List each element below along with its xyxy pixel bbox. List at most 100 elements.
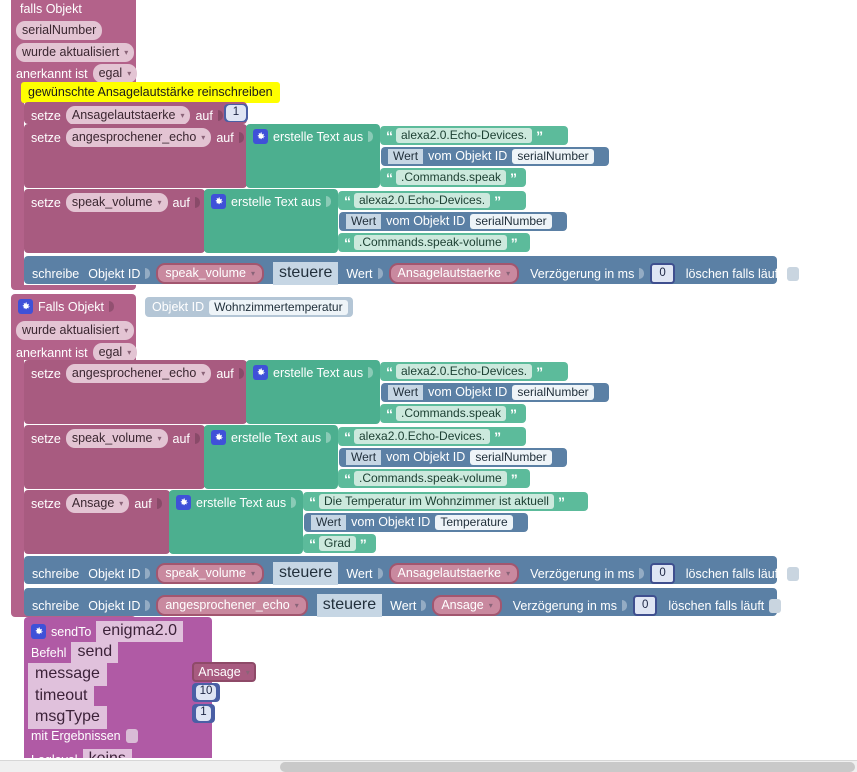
sendto-command-row[interactable]: Befehl send <box>31 642 119 663</box>
sendto-message-label[interactable]: message <box>28 663 107 686</box>
get-value-block-1a[interactable]: Wert vom Objekt ID serialNumber <box>381 147 609 166</box>
get-value-block-3a[interactable]: Wert vom Objekt ID serialNumber <box>381 383 609 402</box>
text-literal-block-2a[interactable]: “ alexa2.0.Echo-Devices. ” <box>338 191 526 210</box>
sendto-message-row[interactable]: message <box>28 663 107 686</box>
text-literal-block-4b[interactable]: “ .Commands.speak-volume ” <box>338 469 530 488</box>
gear-icon[interactable] <box>253 129 268 144</box>
write-1-clear-checkbox[interactable] <box>786 266 799 281</box>
get-value-2a-object[interactable]: serialNumber <box>470 214 552 229</box>
set-speakvol-2-variable[interactable]: speak_volume <box>65 429 168 448</box>
text-literal-5b-value[interactable]: Grad <box>319 536 356 551</box>
trigger-1-ack-dropdown[interactable]: egal <box>92 64 138 83</box>
get-value-5a-object[interactable]: Temperature <box>435 515 513 530</box>
text-join-3-header[interactable]: erstelle Text aus <box>253 365 374 380</box>
text-literal-3b-value[interactable]: .Commands.speak <box>396 406 507 421</box>
text-literal-4b-value[interactable]: .Commands.speak-volume <box>354 471 507 486</box>
get-value-block-4a[interactable]: Wert vom Objekt ID serialNumber <box>339 448 567 467</box>
write-1-value-variable[interactable]: Ansagelautstaerke <box>388 263 520 284</box>
set-echo-2-variable[interactable]: angesprochener_echo <box>65 364 212 383</box>
set-speakvol-1-row[interactable]: setze speak_volume auf <box>31 193 201 212</box>
text-literal-block-4a[interactable]: “ alexa2.0.Echo-Devices. ” <box>338 427 526 446</box>
get-value-3a-attr[interactable]: Wert <box>388 385 424 400</box>
write-2-value-variable[interactable]: Ansagelautstaerke <box>388 563 520 584</box>
text-join-4-header[interactable]: erstelle Text aus <box>211 430 332 445</box>
gear-icon[interactable] <box>176 495 191 510</box>
write-2-row[interactable]: schreibe Objekt ID speak_volume steuere … <box>32 562 799 585</box>
get-value-block-2a[interactable]: Wert vom Objekt ID serialNumber <box>339 212 567 231</box>
text-literal-1b-value[interactable]: .Commands.speak <box>396 170 507 185</box>
trigger-2-condition-dropdown[interactable]: wurde aktualisiert <box>16 321 135 340</box>
trigger-1-condition-row[interactable]: wurde aktualisiert <box>16 43 135 62</box>
write-3-delay-value[interactable]: 0 <box>632 595 658 616</box>
sendto-message-value[interactable]: Ansage <box>196 666 251 679</box>
trigger-2-condition-row[interactable]: wurde aktualisiert <box>16 321 135 340</box>
sendto-msgtype-value[interactable]: 1 <box>196 706 211 721</box>
sendto-msgtype-value-block[interactable]: 1 <box>192 704 215 723</box>
write-3-value-variable[interactable]: Ansage <box>432 595 502 616</box>
object-id-block[interactable]: Objekt ID Wohnzimmertemperatur <box>145 297 353 317</box>
sendto-message-value-block[interactable]: Ansage <box>192 662 256 682</box>
set-speakvol-2-row[interactable]: setze speak_volume auf <box>31 429 201 448</box>
sendto-results-row[interactable]: mit Ergebnissen <box>31 729 138 743</box>
write-2-mode-dropdown[interactable]: steuere <box>272 562 339 585</box>
sendto-msgtype-label[interactable]: msgType <box>28 706 107 729</box>
set-echo-2-row[interactable]: setze angesprochener_echo auf <box>31 364 245 383</box>
number-block-1-value[interactable]: 1 <box>225 104 247 122</box>
sendto-timeout-label[interactable]: timeout <box>28 685 95 708</box>
set-volume-variable[interactable]: Ansagelautstaerke <box>65 106 191 125</box>
gear-icon[interactable] <box>253 365 268 380</box>
trigger-1-ack-row[interactable]: anerkannt ist egal <box>16 64 138 83</box>
write-1-row[interactable]: schreibe Objekt ID speak_volume steuere … <box>32 262 799 285</box>
sendto-instance-dropdown[interactable]: enigma2.0 <box>96 621 184 642</box>
sendto-msgtype-row[interactable]: msgType <box>28 706 107 729</box>
write-3-objid-value[interactable]: angesprochener_echo <box>156 595 308 616</box>
get-value-4a-object[interactable]: serialNumber <box>470 450 552 465</box>
text-literal-block-2b[interactable]: “ .Commands.speak-volume ” <box>338 233 530 252</box>
text-join-1-header[interactable]: erstelle Text aus <box>253 129 374 144</box>
trigger-1-condition-dropdown[interactable]: wurde aktualisiert <box>16 43 135 62</box>
trigger-1-object-row[interactable]: serialNumber <box>16 21 103 40</box>
set-volume-row[interactable]: setze Ansagelautstaerke auf <box>31 106 224 125</box>
get-value-2a-attr[interactable]: Wert <box>346 214 382 229</box>
gear-icon[interactable] <box>211 430 226 445</box>
text-literal-block-5b[interactable]: “ Grad ” <box>303 534 376 553</box>
write-3-mode-dropdown[interactable]: steuere <box>316 594 383 617</box>
set-ansage-variable[interactable]: Ansage <box>65 494 130 513</box>
trigger-1-object-field[interactable]: serialNumber <box>16 21 103 40</box>
sendto-timeout-value-block[interactable]: 10 <box>192 683 220 702</box>
write-3-row[interactable]: schreibe Objekt ID angesprochener_echo s… <box>32 594 782 617</box>
gear-icon[interactable] <box>31 624 46 639</box>
get-value-1a-object[interactable]: serialNumber <box>512 149 594 164</box>
trigger-2-title-row[interactable]: Falls Objekt <box>18 299 115 314</box>
gear-icon[interactable] <box>18 299 33 314</box>
write-2-delay-value[interactable]: 0 <box>650 563 675 584</box>
horizontal-scrollbar[interactable] <box>0 760 857 772</box>
get-value-1a-attr[interactable]: Wert <box>388 149 424 164</box>
write-3-clear-checkbox[interactable] <box>769 598 782 613</box>
comment-annotation-1[interactable]: gewünschte Ansagelautstärke reinschreibe… <box>21 82 280 103</box>
set-echo-1-variable[interactable]: angesprochener_echo <box>65 128 212 147</box>
sendto-timeout-value[interactable]: 10 <box>195 685 217 700</box>
text-literal-block-3a[interactable]: “ alexa2.0.Echo-Devices. ” <box>380 362 568 381</box>
write-1-objid-value[interactable]: speak_volume <box>156 263 264 284</box>
text-literal-block-3b[interactable]: “ .Commands.speak ” <box>380 404 526 423</box>
sendto-results-checkbox[interactable] <box>125 729 138 743</box>
sendto-title-row[interactable]: sendTo enigma2.0 <box>31 621 184 642</box>
text-join-2-header[interactable]: erstelle Text aus <box>211 194 332 209</box>
text-literal-4a-value[interactable]: alexa2.0.Echo-Devices. <box>354 429 491 444</box>
blockly-workspace[interactable]: falls Objekt serialNumber wurde aktualis… <box>0 0 857 772</box>
text-literal-5a-value[interactable]: Die Temperatur im Wohnzimmer ist aktuell <box>319 494 554 509</box>
horizontal-scrollbar-thumb[interactable] <box>280 762 855 772</box>
gear-icon[interactable] <box>211 194 226 209</box>
text-literal-block-1a[interactable]: “ alexa2.0.Echo-Devices. ” <box>380 126 568 145</box>
get-value-3a-object[interactable]: serialNumber <box>512 385 594 400</box>
text-literal-3a-value[interactable]: alexa2.0.Echo-Devices. <box>396 364 533 379</box>
object-id-value[interactable]: Wohnzimmertemperatur <box>209 299 348 315</box>
text-literal-block-5a[interactable]: “ Die Temperatur im Wohnzimmer ist aktue… <box>303 492 588 511</box>
get-value-4a-attr[interactable]: Wert <box>346 450 382 465</box>
text-literal-2a-value[interactable]: alexa2.0.Echo-Devices. <box>354 193 491 208</box>
number-block-1[interactable]: 1 <box>224 104 248 122</box>
write-1-mode-dropdown[interactable]: steuere <box>272 262 339 285</box>
write-2-clear-checkbox[interactable] <box>786 566 799 581</box>
sendto-command-value[interactable]: send <box>71 642 119 663</box>
